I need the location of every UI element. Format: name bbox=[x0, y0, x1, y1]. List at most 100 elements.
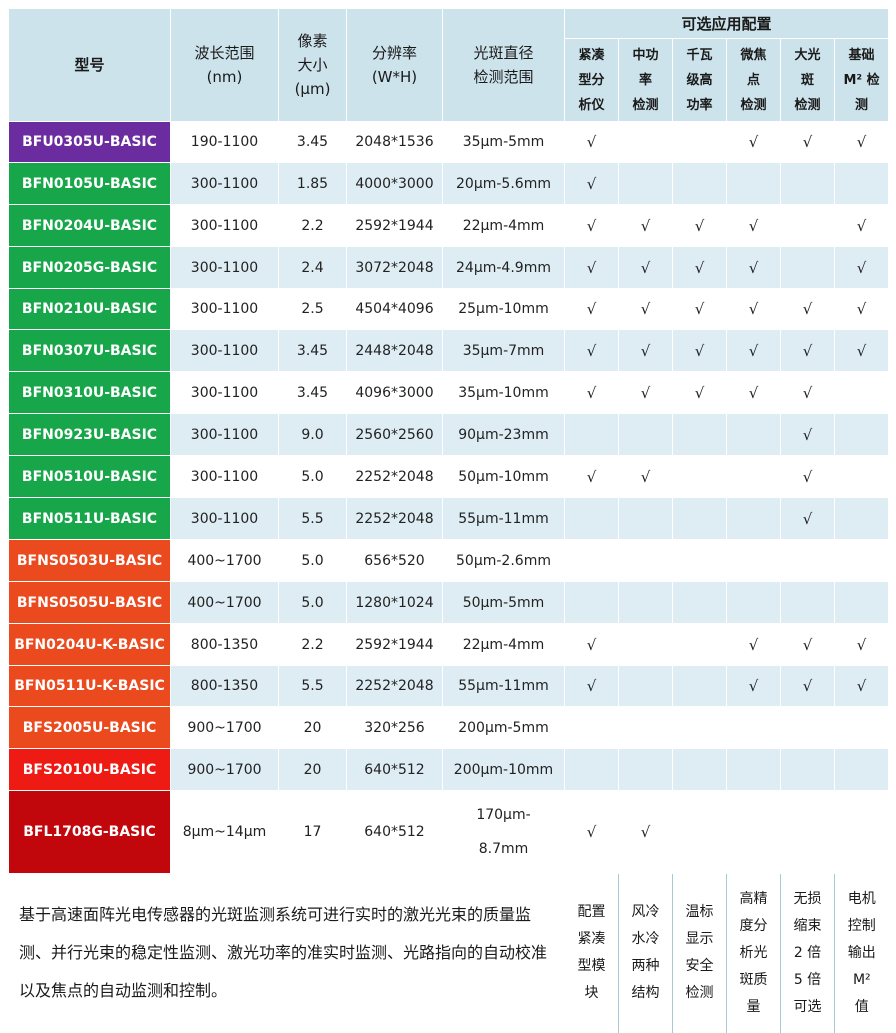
table-row: BFN0511U-K-BASIC 800-1350 5.5 2252*2048 55μm… bbox=[8, 665, 890, 707]
check-mark-icon: √ bbox=[856, 677, 867, 695]
check-mark-icon: √ bbox=[694, 300, 705, 318]
feature-cell: √ bbox=[726, 204, 781, 247]
feature-cell: √ bbox=[726, 121, 781, 163]
footer-feature-line: 高精 bbox=[739, 890, 768, 907]
wavelength-cell: 300-1100 bbox=[170, 497, 279, 540]
feature-cell bbox=[672, 121, 727, 163]
table-row: BFN0307U-BASIC 300-1100 3.45 2448*2048 35μm-… bbox=[8, 329, 890, 372]
spot-range-cell: 55μm-11mm bbox=[442, 497, 565, 540]
spot-range-cell: 24μm-4.9mm bbox=[442, 246, 565, 289]
feature-cell: √ bbox=[780, 413, 835, 456]
feature-cell bbox=[833, 371, 890, 414]
header-wavelength-line: 波长范围 bbox=[194, 44, 255, 62]
header-optional-config: 可选应用配置 bbox=[563, 8, 890, 39]
wavelength-cell: 300-1100 bbox=[170, 204, 279, 247]
resolution-cell: 2252*2048 bbox=[346, 497, 443, 540]
pixel-cell: 5.0 bbox=[278, 455, 347, 498]
feature-cell: √ bbox=[780, 371, 835, 414]
feature-cell bbox=[672, 581, 727, 624]
feature-cell: √ bbox=[564, 455, 619, 498]
check-mark-icon: √ bbox=[694, 341, 705, 360]
check-mark-icon: √ bbox=[640, 216, 651, 235]
model-cell: BFL1708G-BASIC bbox=[8, 790, 171, 874]
check-mark-icon: √ bbox=[802, 509, 813, 528]
model-cell: BFN0204U-K-BASIC bbox=[8, 623, 171, 666]
feature-cell: √ bbox=[726, 665, 781, 707]
wavelength-cell: 300-1100 bbox=[170, 329, 279, 372]
resolution-cell: 2592*1944 bbox=[346, 204, 443, 247]
header-model-label: 型号 bbox=[74, 56, 105, 74]
header-feature-line: 基础 bbox=[848, 47, 875, 63]
feature-cell bbox=[672, 162, 727, 205]
wavelength-cell: 800-1350 bbox=[170, 623, 279, 666]
model-cell: BFN0307U-BASIC bbox=[8, 329, 171, 372]
header-feature-line: 率 bbox=[638, 72, 652, 88]
footer-feature-3: 高精 度分 析光 斑质量 bbox=[726, 873, 781, 1033]
feature-cell bbox=[672, 497, 727, 540]
table-row: BFN0511U-BASIC 300-1100 5.5 2252*2048 55μm-1… bbox=[8, 497, 890, 540]
footer-feature-line: 块 bbox=[584, 985, 599, 1002]
footer-feature-line: 两种 bbox=[631, 958, 660, 975]
check-mark-icon: √ bbox=[748, 341, 759, 360]
footer-feature-line: 值 bbox=[854, 998, 869, 1015]
feature-cell: √ bbox=[780, 121, 835, 163]
footer-feature-line: 控制 bbox=[847, 917, 876, 934]
feature-cell: √ bbox=[618, 288, 673, 330]
feature-cell: √ bbox=[780, 329, 835, 372]
header-pixel-line: 像素 bbox=[297, 32, 328, 50]
feature-cell: √ bbox=[780, 665, 835, 707]
footer-feature-line: 型模 bbox=[577, 958, 606, 975]
footer-feature-line: 缩束 bbox=[793, 917, 822, 934]
table-header: 型号 波长范围 (nm) 像素 大小 (μm) 分辨率 (W*H) 光斑直径 检… bbox=[8, 8, 890, 122]
check-mark-icon: √ bbox=[748, 677, 759, 695]
model-cell: BFNS0503U-BASIC bbox=[8, 539, 171, 582]
feature-cell bbox=[833, 581, 890, 624]
feature-cell bbox=[726, 497, 781, 540]
check-mark-icon: √ bbox=[748, 300, 759, 318]
header-spot-line: 检测范围 bbox=[473, 68, 534, 86]
wavelength-cell: 400~1700 bbox=[170, 581, 279, 624]
feature-cell bbox=[833, 748, 890, 791]
spot-range-line: 170μm- bbox=[476, 807, 531, 823]
header-feature-line: 析仪 bbox=[578, 97, 605, 113]
feature-cell bbox=[564, 539, 619, 582]
header-spot: 光斑直径 检测范围 bbox=[442, 8, 565, 122]
pixel-cell: 2.2 bbox=[278, 204, 347, 247]
check-mark-icon: √ bbox=[586, 383, 597, 402]
footer-feature-line: 电机 bbox=[847, 890, 876, 907]
table-row: BFN0105U-BASIC 300-1100 1.85 4000*3000 20μm-… bbox=[8, 162, 890, 205]
feature-cell bbox=[780, 581, 835, 624]
footer-feature-1: 风冷 水冷 两种 结构 bbox=[618, 873, 673, 1033]
feature-cell bbox=[564, 413, 619, 456]
resolution-cell: 4000*3000 bbox=[346, 162, 443, 205]
header-resolution-line: 分辨率 bbox=[371, 44, 417, 62]
check-mark-icon: √ bbox=[856, 133, 867, 151]
check-mark-icon: √ bbox=[748, 133, 759, 151]
wavelength-cell: 300-1100 bbox=[170, 162, 279, 205]
feature-cell bbox=[726, 455, 781, 498]
footer-feature-line: M² bbox=[852, 971, 871, 988]
model-cell: BFN0510U-BASIC bbox=[8, 455, 171, 498]
spot-range-cell: 50μm-10mm bbox=[442, 455, 565, 498]
feature-cell bbox=[564, 497, 619, 540]
table-body: BFU0305U-BASIC 190-1100 3.45 2048*1536 35μm-… bbox=[8, 121, 890, 874]
spot-range-cell: 200μm-5mm bbox=[442, 706, 565, 749]
pixel-cell: 20 bbox=[278, 706, 347, 749]
feature-cell: √ bbox=[618, 204, 673, 247]
check-mark-icon: √ bbox=[748, 258, 759, 277]
footer-feature-line: 配置 bbox=[577, 904, 606, 921]
resolution-cell: 2560*2560 bbox=[346, 413, 443, 456]
resolution-cell: 1280*1024 bbox=[346, 581, 443, 624]
check-mark-icon: √ bbox=[586, 635, 597, 654]
feature-cell bbox=[726, 413, 781, 456]
feature-cell bbox=[726, 748, 781, 791]
check-mark-icon: √ bbox=[802, 341, 813, 360]
pixel-cell: 17 bbox=[278, 790, 347, 874]
check-mark-icon: √ bbox=[586, 258, 597, 277]
feature-cell: √ bbox=[833, 288, 890, 330]
header-resolution: 分辨率 (W*H) bbox=[346, 8, 443, 122]
spot-range-cell: 50μm-2.6mm bbox=[442, 539, 565, 582]
footer-feature-line: 斑质 bbox=[739, 971, 768, 988]
header-feature-0: 紧凑 型分 析仪 bbox=[564, 38, 619, 122]
header-model: 型号 bbox=[8, 8, 171, 122]
